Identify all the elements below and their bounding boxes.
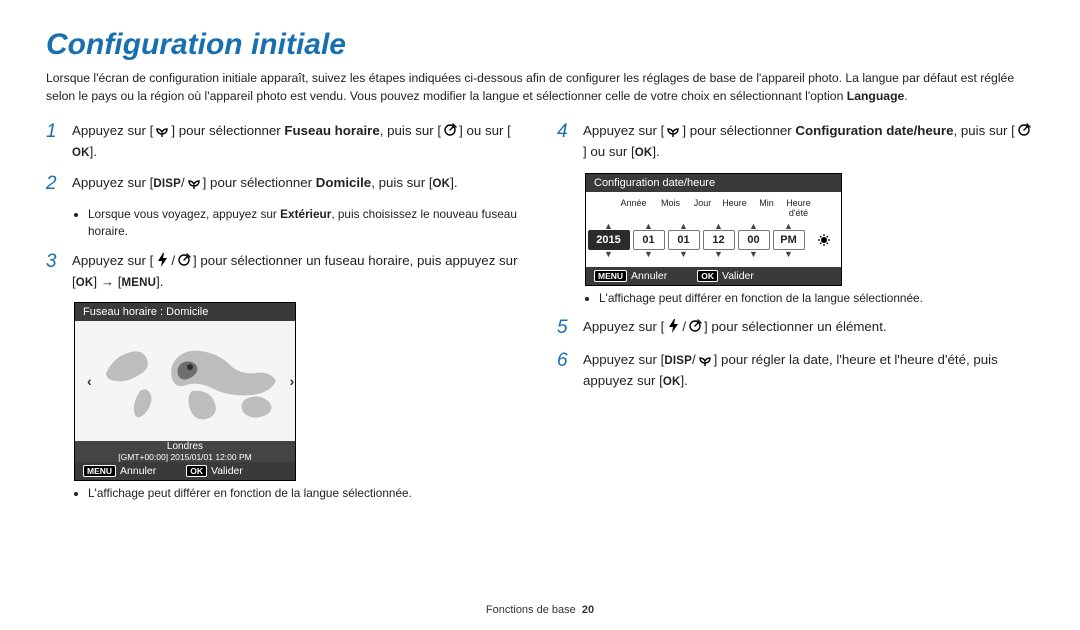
page-footer: Fonctions de base 20 bbox=[0, 604, 1080, 616]
step-4: 4Appuyez sur [] pour sélectionner Config… bbox=[557, 121, 1034, 162]
step-number: 5 bbox=[557, 317, 573, 340]
date-spinner[interactable]: ▲00▼ bbox=[738, 222, 770, 261]
step-number: 4 bbox=[557, 121, 573, 162]
macro-icon bbox=[664, 122, 682, 137]
datetime-panel: Configuration date/heure AnnéeMoisJourHe… bbox=[585, 173, 842, 286]
datetime-panel-title: Configuration date/heure bbox=[586, 174, 841, 192]
disp-key: DISP bbox=[664, 353, 692, 371]
intro-text: Lorsque l'écran de configuration initial… bbox=[46, 70, 1034, 105]
step-body: Appuyez sur [] pour sélectionner Fuseau … bbox=[72, 121, 523, 162]
timezone-validate[interactable]: OKValider bbox=[186, 465, 243, 477]
step-number: 1 bbox=[46, 121, 62, 162]
step-number: 6 bbox=[557, 350, 573, 392]
date-label: Heure d'été bbox=[783, 198, 815, 218]
macro-icon bbox=[185, 174, 203, 189]
timezone-city: Londres [GMT+00:00] 2015/01/01 12:00 PM bbox=[75, 441, 295, 462]
menu-key: MENU bbox=[121, 275, 156, 293]
step-3: 3Appuyez sur [/] pour sélectionner un fu… bbox=[46, 251, 523, 292]
right-column: 4Appuyez sur [] pour sélectionner Config… bbox=[557, 121, 1034, 513]
flash-icon bbox=[153, 252, 171, 267]
step-body: Appuyez sur [DISP/] pour régler la date,… bbox=[583, 350, 1034, 392]
macro-icon bbox=[153, 122, 171, 137]
flash-icon bbox=[664, 318, 682, 333]
right-note: L'affichage peut différer en fonction de… bbox=[585, 290, 1034, 308]
ok-key: OK bbox=[72, 145, 90, 163]
macro-icon bbox=[696, 351, 714, 366]
datetime-validate[interactable]: OKValider bbox=[697, 270, 754, 282]
step-6: 6Appuyez sur [DISP/] pour régler la date… bbox=[557, 350, 1034, 392]
ok-key: OK bbox=[433, 176, 451, 194]
step-body: Appuyez sur [] pour sélectionner Configu… bbox=[583, 121, 1034, 162]
world-map bbox=[96, 321, 286, 441]
timer-icon bbox=[441, 122, 459, 137]
step-1: 1Appuyez sur [] pour sélectionner Fuseau… bbox=[46, 121, 523, 162]
date-spinner[interactable]: ▲PM▼ bbox=[773, 222, 805, 261]
timer-icon bbox=[686, 318, 704, 333]
timezone-panel-title: Fuseau horaire : Domicile bbox=[75, 303, 295, 321]
timezone-cancel[interactable]: MENUAnnuler bbox=[83, 465, 156, 477]
date-label: Mois bbox=[655, 198, 687, 218]
ok-key: OK bbox=[663, 374, 681, 392]
prev-timezone-arrow[interactable]: ‹ bbox=[83, 373, 96, 389]
disp-key: DISP bbox=[153, 176, 181, 194]
date-label: Année bbox=[613, 198, 655, 218]
step-5: 5 Appuyez sur [/] pour sélectionner un él… bbox=[557, 317, 1034, 340]
left-column: 1Appuyez sur [] pour sélectionner Fuseau… bbox=[46, 121, 523, 513]
step-body: Appuyez sur [/] pour sélectionner un élé… bbox=[583, 317, 1034, 340]
timer-icon bbox=[175, 252, 193, 267]
date-spinner[interactable]: ▲12▼ bbox=[703, 222, 735, 261]
step-number: 2 bbox=[46, 173, 62, 196]
date-label: Min bbox=[751, 198, 783, 218]
date-label: Jour bbox=[687, 198, 719, 218]
timer-icon bbox=[1015, 122, 1033, 137]
date-spinner[interactable]: ▲2015▼ bbox=[588, 222, 630, 261]
page-title: Configuration initiale bbox=[46, 28, 1034, 62]
step-2: 2 Appuyez sur [DISP/] pour sélectionner D… bbox=[46, 173, 523, 196]
dst-toggle[interactable] bbox=[808, 222, 840, 261]
next-timezone-arrow[interactable]: › bbox=[286, 373, 299, 389]
ok-key: OK bbox=[76, 275, 94, 293]
step-bullet: Lorsque vous voyagez, appuyez sur Extéri… bbox=[74, 206, 523, 241]
ok-key: OK bbox=[635, 145, 653, 163]
date-spinner[interactable]: ▲01▼ bbox=[633, 222, 665, 261]
datetime-cancel[interactable]: MENUAnnuler bbox=[594, 270, 667, 282]
step-body: Appuyez sur [DISP/] pour sélectionner Do… bbox=[72, 173, 523, 196]
left-note: L'affichage peut différer en fonction de… bbox=[74, 485, 523, 503]
date-label: Heure bbox=[719, 198, 751, 218]
step-number: 3 bbox=[46, 251, 62, 292]
step-body: Appuyez sur [/] pour sélectionner un fus… bbox=[72, 251, 523, 292]
date-spinner[interactable]: ▲01▼ bbox=[668, 222, 700, 261]
timezone-panel: Fuseau horaire : Domicile ‹ bbox=[74, 302, 296, 481]
